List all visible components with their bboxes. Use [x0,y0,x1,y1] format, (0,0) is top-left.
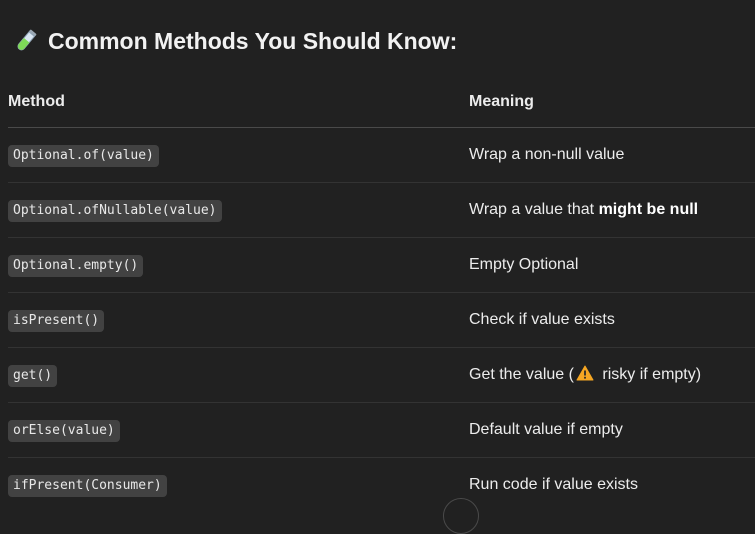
section-heading: Common Methods You Should Know: [12,24,457,58]
test-tube-icon [12,27,40,55]
meaning-emphasis: might be null [598,201,699,218]
table-row: Optional.of(value) Wrap a non-null value [8,128,755,183]
method-code: get() [8,365,58,387]
method-meaning: Wrap a value that might be null [469,201,699,218]
method-code: Optional.empty() [8,255,144,277]
heading-text: Common Methods You Should Know: [48,27,458,54]
method-code: Optional.ofNullable(value) [8,200,222,222]
methods-table: Method Meaning Optional.of(value) Wrap a… [8,80,755,512]
method-meaning: Default value if empty [469,421,623,438]
method-meaning: Wrap a non-null value [469,146,625,163]
table-row: orElse(value) Default value if empty [8,403,755,458]
table-row: get() Get the value ( risky if empty) [8,348,755,403]
method-code: orElse(value) [8,420,120,442]
table-row: Optional.empty() Empty Optional [8,238,755,293]
table-row: Optional.ofNullable(value) Wrap a value … [8,183,755,238]
column-header-method: Method [8,93,65,110]
method-meaning: Check if value exists [469,311,615,328]
table-row: isPresent() Check if value exists [8,293,755,348]
method-meaning: Run code if value exists [469,476,638,493]
scroll-to-bottom-button[interactable] [443,498,479,534]
method-code: ifPresent(Consumer) [8,475,167,497]
method-code: isPresent() [8,310,105,332]
method-code: Optional.of(value) [8,145,159,167]
column-header-meaning: Meaning [469,93,534,110]
table-row: ifPresent(Consumer) Run code if value ex… [8,458,755,512]
method-meaning: Get the value ( risky if empty) [469,365,702,383]
method-meaning: Empty Optional [469,256,579,273]
table-header-row: Method Meaning [8,80,755,128]
warning-icon [576,365,594,381]
